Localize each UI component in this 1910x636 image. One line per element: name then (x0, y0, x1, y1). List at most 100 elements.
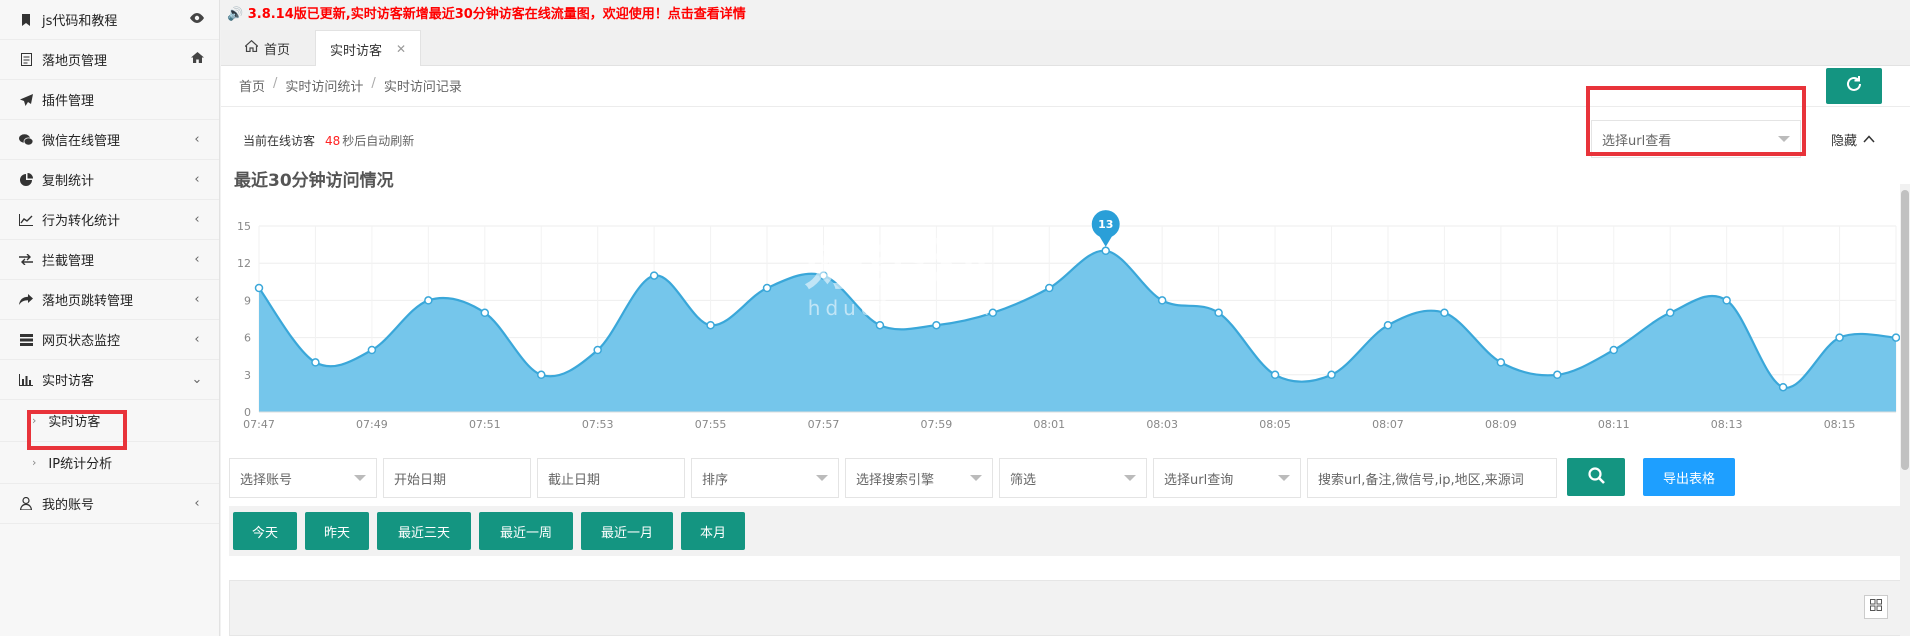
sidebar-item-js-tutorial[interactable]: js代码和教程 (0, 0, 219, 40)
sidebar-item-realtime[interactable]: 实时访客 ⌄ (0, 360, 219, 400)
hide-toggle[interactable]: 隐藏 (1831, 130, 1875, 149)
start-date-input[interactable]: 开始日期 (383, 458, 531, 498)
end-date-input[interactable]: 截止日期 (537, 458, 685, 498)
sort-select-value: 排序 (702, 472, 729, 488)
tab-home[interactable]: 首页 (231, 30, 304, 66)
data-point (649, 271, 659, 280)
data-point (536, 370, 546, 380)
series-area (259, 250, 1896, 412)
search-engine-select-value: 选择搜索引擎 (856, 472, 935, 488)
breadcrumb-home[interactable]: 首页 (239, 76, 265, 96)
data-point (480, 308, 490, 318)
data-point (1157, 296, 1167, 305)
data-point (593, 345, 602, 355)
sidebar-subitem-label: 实时访客 (48, 415, 101, 430)
sort-select[interactable]: 排序 (691, 458, 839, 498)
search-button[interactable] (1567, 458, 1625, 496)
x-tick-label: 08:03 (1146, 418, 1178, 431)
x-tick-label: 07:49 (356, 418, 388, 431)
range-today-button[interactable]: 今天 (233, 512, 297, 550)
sidebar-item-redirect[interactable]: 落地页跳转管理 ‹ (0, 280, 219, 320)
x-tick-label: 07:53 (582, 418, 614, 431)
chevron-left-icon: ‹ (194, 212, 200, 227)
data-point (1891, 333, 1901, 342)
x-tick-label: 07:47 (243, 418, 275, 431)
sidebar-item-conversion-stats[interactable]: 行为转化统计 ‹ (0, 200, 219, 240)
exchange-icon (18, 252, 34, 268)
sidebar-item-my-account[interactable]: 我的账号 ‹ (0, 484, 219, 524)
update-notice[interactable]: 🔊 3.8.14版已更新,实时访客新增最近30分钟访客在线流量图，欢迎使用！点击… (227, 4, 746, 26)
screen-select-value: 筛选 (1010, 472, 1037, 488)
bookmark-icon (18, 12, 34, 28)
x-tick-label: 07:57 (808, 418, 840, 431)
sidebar-item-landing-pages[interactable]: 落地页管理 (0, 40, 219, 80)
close-icon[interactable]: ✕ (396, 42, 406, 56)
columns-toggle-button[interactable] (1864, 595, 1888, 619)
screen-select[interactable]: 筛选 (999, 458, 1147, 498)
tab-bar: 首页 实时访客 ✕ (221, 30, 1910, 67)
data-point (762, 283, 772, 293)
sidebar-subitem-label: IP统计分析 (48, 457, 113, 472)
chevron-left-icon: ‹ (194, 172, 200, 187)
url-view-select-value: 选择url查看 (1602, 133, 1672, 149)
chevron-right-icon: › (32, 456, 37, 469)
caret-down-icon (1278, 475, 1290, 481)
data-point (988, 308, 998, 318)
sidebar-subitem-ip-analysis[interactable]: › IP统计分析 (0, 442, 219, 484)
data-point (254, 283, 264, 293)
sidebar-item-label: 实时访客 (42, 374, 95, 389)
caret-down-icon (1778, 136, 1790, 142)
sidebar-subitem-realtime-visitors[interactable]: › 实时访客 (0, 400, 219, 442)
range-3days-button[interactable]: 最近三天 (377, 512, 471, 550)
scrollbar-thumb[interactable] (1901, 190, 1909, 470)
chevron-left-icon: ‹ (194, 132, 200, 147)
sidebar-item-label: 落地页管理 (42, 54, 108, 69)
sidebar-item-wechat-online[interactable]: 微信在线管理 ‹ (0, 120, 219, 160)
x-tick-label: 08:09 (1485, 418, 1517, 431)
tab-realtime-visitors[interactable]: 实时访客 ✕ (315, 30, 422, 67)
sidebar-item-intercept[interactable]: 拦截管理 ‹ (0, 240, 219, 280)
breadcrumb-sep: / (273, 76, 278, 91)
chevron-up-icon (1863, 132, 1875, 147)
search-engine-select[interactable]: 选择搜索引擎 (845, 458, 993, 498)
sidebar-item-plugins[interactable]: 插件管理 (0, 80, 219, 120)
url-query-select[interactable]: 选择url查询 (1153, 458, 1301, 498)
sidebar-item-label: js代码和教程 (42, 14, 118, 29)
wechat-icon (18, 132, 34, 148)
data-point (1327, 370, 1336, 380)
breadcrumb-stats[interactable]: 实时访问统计 (285, 76, 363, 96)
data-point (1496, 358, 1506, 367)
url-view-select[interactable]: 选择url查看 (1591, 120, 1801, 158)
filter-bar: 选择账号 开始日期 截止日期 排序 选择搜索引擎 筛选 选择url查询 搜索ur… (229, 458, 1735, 498)
range-week-button[interactable]: 最近一周 (479, 512, 573, 550)
breadcrumb: 首页 / 实时访问统计 / 实时访问记录 (239, 76, 462, 96)
caret-down-icon (354, 475, 366, 481)
data-point (367, 345, 377, 355)
keyword-search-input[interactable]: 搜索url,备注,微信号,ip,地区,来源词 (1307, 458, 1557, 498)
range-this-month-button[interactable]: 本月 (681, 512, 745, 550)
export-table-button[interactable]: 导出表格 (1643, 458, 1735, 496)
sidebar-item-page-monitor[interactable]: 网页状态监控 ‹ (0, 320, 219, 360)
data-point (706, 320, 715, 330)
range-month-button[interactable]: 最近一月 (581, 512, 673, 550)
sidebar-item-label: 复制统计 (42, 174, 95, 189)
refresh-button[interactable] (1826, 68, 1882, 104)
tab-home-label: 首页 (264, 42, 291, 58)
data-point (1045, 283, 1054, 293)
data-point (875, 320, 885, 330)
search-icon (1587, 466, 1605, 488)
url-query-select-value: 选择url查询 (1164, 472, 1234, 488)
page-scrollbar[interactable] (1900, 184, 1910, 636)
sidebar-item-copy-stats[interactable]: 复制统计 ‹ (0, 160, 219, 200)
range-yesterday-button[interactable]: 昨天 (305, 512, 369, 550)
visits-area-chart: 0369121507:47 07:49 07:51 07:53 07:55 07:57 07… (237, 210, 1901, 431)
refresh-countdown: 48 (325, 134, 341, 148)
data-point (311, 358, 320, 367)
hide-toggle-label: 隐藏 (1831, 134, 1858, 149)
y-tick-label: 3 (244, 369, 251, 382)
sidebar: js代码和教程 落地页管理 插件管理 微信在线管理 ‹ 复制统计 ‹ 行为转化统… (0, 0, 220, 636)
keyword-search-placeholder: 搜索url,备注,微信号,ip,地区,来源词 (1318, 472, 1524, 488)
account-select[interactable]: 选择账号 (229, 458, 377, 498)
data-point (1778, 382, 1788, 392)
data-point (1722, 296, 1731, 305)
